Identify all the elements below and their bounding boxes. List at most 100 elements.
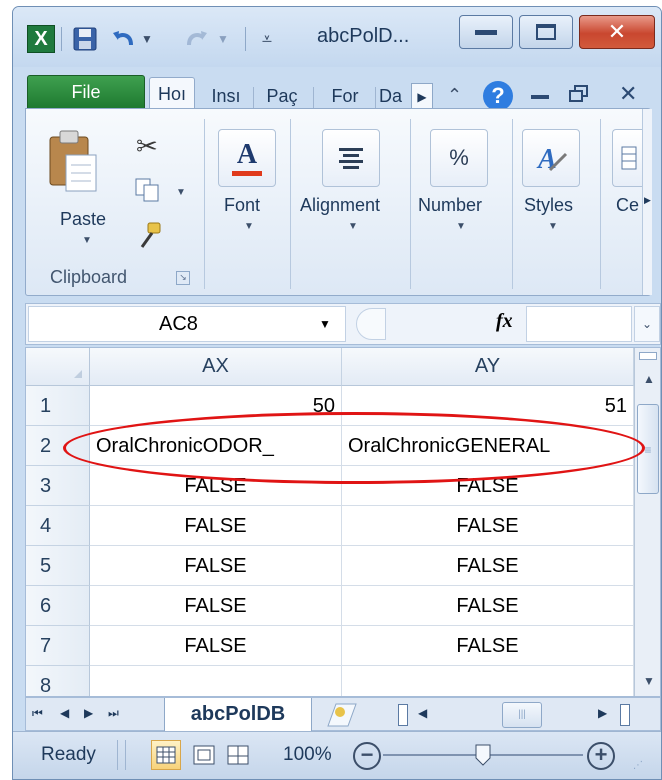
page-layout-view-icon[interactable]	[191, 742, 217, 768]
zoom-slider-thumb[interactable]	[475, 744, 491, 766]
column-header-ax[interactable]: AX	[90, 348, 342, 386]
workbook-restore-icon[interactable]	[569, 85, 589, 103]
number-label[interactable]: Number	[418, 195, 482, 216]
vertical-scrollbar[interactable]: ▲ ≡ ▼	[634, 348, 660, 696]
alignment-label[interactable]: Alignment	[300, 195, 380, 216]
workbook-minimize-icon[interactable]	[531, 95, 549, 99]
font-label[interactable]: Font	[224, 195, 260, 216]
cell-ax6[interactable]: FALSE	[90, 586, 342, 626]
styles-label[interactable]: Styles	[524, 195, 573, 216]
formula-bar-splitter[interactable]	[356, 308, 386, 340]
scroll-right-icon[interactable]: ▶	[598, 706, 607, 720]
cell-ax8[interactable]	[90, 666, 342, 696]
excel-icon[interactable]: X	[27, 25, 55, 53]
name-box-dropdown-icon[interactable]: ▼	[319, 317, 331, 331]
name-box[interactable]: AC8 ▼	[28, 306, 346, 342]
close-button[interactable]: ✕	[579, 15, 655, 49]
undo-dropdown-icon[interactable]: ▼	[141, 25, 169, 53]
cell-ax7[interactable]: FALSE	[90, 626, 342, 666]
alignment-dropdown-icon[interactable]: ▼	[348, 221, 358, 232]
cell-ay7[interactable]: FALSE	[342, 626, 634, 666]
row-header[interactable]: 8	[26, 666, 90, 696]
insert-worksheet-icon[interactable]	[322, 702, 358, 728]
horizontal-scroll-thumb[interactable]: |||	[502, 702, 542, 728]
alignment-button-icon[interactable]	[322, 129, 380, 187]
scroll-up-icon[interactable]: ▲	[635, 372, 660, 394]
cell-ax5[interactable]: FALSE	[90, 546, 342, 586]
cell-ax1[interactable]: 50	[90, 386, 342, 426]
cell-ay3[interactable]: FALSE	[342, 466, 634, 506]
copy-dropdown-icon[interactable]: ▼	[176, 187, 186, 198]
tab-split-handle[interactable]	[398, 704, 408, 726]
cell-ay8[interactable]	[342, 666, 634, 696]
cell-ax4[interactable]: FALSE	[90, 506, 342, 546]
cell-ay1[interactable]: 51	[342, 386, 634, 426]
worksheet-grid[interactable]: AX AY 1 50 51 2 OralChronicODOR_ OralChr…	[25, 347, 661, 697]
cell-ax2[interactable]: OralChronicODOR_	[90, 426, 342, 466]
last-sheet-icon[interactable]: ⏭	[108, 706, 119, 721]
cell-ay5[interactable]: FALSE	[342, 546, 634, 586]
tab-scroll-right-button[interactable]: ▶	[411, 83, 433, 111]
cell-ay2[interactable]: OralChronicGENERAL	[342, 426, 634, 466]
clipboard-launcher-icon[interactable]: ↘	[176, 271, 190, 285]
cell-ax3[interactable]: FALSE	[90, 466, 342, 506]
redo-icon[interactable]	[183, 25, 211, 53]
first-sheet-icon[interactable]: ⏮	[32, 706, 43, 721]
zoom-in-icon[interactable]: +	[587, 742, 615, 770]
paste-icon[interactable]	[44, 127, 100, 197]
font-dropdown-icon[interactable]: ▼	[244, 221, 254, 232]
row-header[interactable]: 2	[26, 426, 90, 466]
cell-ay6[interactable]: FALSE	[342, 586, 634, 626]
customize-qat-icon[interactable]: ⩡	[253, 25, 281, 53]
sheet-tab-abcpoldb[interactable]: abcPolDB	[164, 698, 312, 732]
format-painter-icon[interactable]	[134, 221, 164, 251]
paste-label[interactable]: Paste	[60, 209, 106, 230]
row-header[interactable]: 4	[26, 506, 90, 546]
tab-home[interactable]: Hoı	[149, 77, 195, 111]
scroll-left-icon[interactable]: ◀	[418, 706, 427, 720]
ribbon-scroll-right-icon[interactable]: ▶	[642, 109, 652, 295]
copy-icon[interactable]	[134, 177, 164, 203]
help-icon[interactable]: ?	[483, 81, 513, 111]
expand-formula-bar-icon[interactable]: ⌄	[634, 306, 660, 342]
minimize-button[interactable]	[459, 15, 513, 49]
cells-button-icon[interactable]	[612, 129, 642, 187]
tab-page-layout[interactable]: Paç	[259, 81, 305, 111]
column-header-ay[interactable]: AY	[342, 348, 634, 386]
select-all-corner[interactable]	[26, 348, 90, 386]
vertical-scroll-thumb[interactable]: ≡	[637, 404, 659, 494]
zoom-out-icon[interactable]: −	[353, 742, 381, 770]
maximize-button[interactable]	[519, 15, 573, 49]
formula-input[interactable]	[526, 306, 632, 342]
next-sheet-icon[interactable]: ▶	[84, 706, 93, 720]
split-box-icon[interactable]	[639, 352, 657, 360]
save-icon[interactable]	[71, 25, 99, 53]
tab-file[interactable]: File	[27, 75, 145, 109]
insert-function-icon[interactable]: fx	[496, 310, 513, 333]
paste-dropdown-icon[interactable]: ▼	[82, 235, 92, 246]
font-button-icon[interactable]: A	[218, 129, 276, 187]
tab-insert[interactable]: Insı	[203, 81, 249, 111]
tab-formulas[interactable]: For	[319, 81, 371, 111]
row-header[interactable]: 6	[26, 586, 90, 626]
number-dropdown-icon[interactable]: ▼	[456, 221, 466, 232]
undo-icon[interactable]	[109, 25, 137, 53]
redo-dropdown-icon[interactable]: ▼	[217, 25, 245, 53]
row-header[interactable]: 5	[26, 546, 90, 586]
row-header[interactable]: 7	[26, 626, 90, 666]
row-header[interactable]: 3	[26, 466, 90, 506]
row-header[interactable]: 1	[26, 386, 90, 426]
styles-dropdown-icon[interactable]: ▼	[548, 221, 558, 232]
minimize-ribbon-icon[interactable]: ⌃	[447, 85, 462, 106]
cells-label[interactable]: Ce	[616, 195, 642, 216]
tab-data[interactable]: Da	[379, 81, 409, 111]
zoom-level[interactable]: 100%	[283, 744, 332, 766]
scroll-down-icon[interactable]: ▼	[635, 674, 660, 696]
workbook-close-icon[interactable]: ✕	[619, 81, 637, 107]
styles-button-icon[interactable]: A	[522, 129, 580, 187]
resize-grip-icon[interactable]: ⋰	[633, 760, 647, 774]
cell-ay4[interactable]: FALSE	[342, 506, 634, 546]
number-button-icon[interactable]: %	[430, 129, 488, 187]
normal-view-icon[interactable]	[151, 740, 181, 770]
page-break-preview-icon[interactable]	[225, 742, 251, 768]
